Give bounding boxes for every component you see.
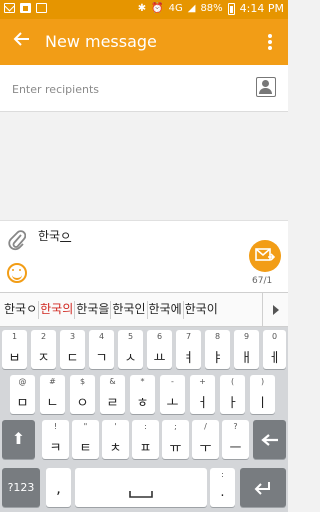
bluetooth-icon: ✱ <box>137 3 147 14</box>
alarm-icon: ⏰ <box>151 3 164 14</box>
key[interactable]: ' ㅊ <box>102 420 129 459</box>
key[interactable]: 9ㅐ <box>234 330 259 369</box>
suggestion-item[interactable]: 한국ㅇ <box>3 292 38 327</box>
contact-picker-icon[interactable] <box>256 77 276 97</box>
store-notification-icon <box>36 3 47 13</box>
send-button[interactable] <box>249 240 281 272</box>
battery-icon <box>227 2 235 15</box>
message-input[interactable]: 한국ㅇ <box>38 227 71 244</box>
send-message-icon <box>255 248 275 261</box>
email-notification-icon <box>4 3 15 13</box>
compose-bar: 한국ㅇ 67/1 <box>0 220 288 292</box>
battery-percent: 88% <box>200 3 223 14</box>
network-type: 4G <box>168 3 183 14</box>
key[interactable]: ! ㅋ <box>42 420 69 459</box>
suggestion-item[interactable]: 한국에 <box>148 292 183 327</box>
key[interactable]: # ㄴ <box>40 375 65 414</box>
back-arrow-icon[interactable] <box>10 29 34 53</box>
status-bar: ✱ ⏰ 4G ◢ 88% 4:14 PM <box>0 0 288 19</box>
suggestion-item[interactable]: 한국이 <box>184 292 219 327</box>
suggestion-item[interactable]: 한국을 <box>75 292 110 327</box>
composing-char: ㅇ <box>60 229 72 243</box>
character-counter: 67/1 <box>252 276 273 286</box>
keyboard: 1ㅂ 2ㅈ 3ㄷ 4ㄱ 5ㅅ 6ㅛ 7ㅕ 8ㅑ 9ㅐ 0ㅔ @ ㅁ # ㄴ $ ㅇ &… <box>0 327 288 512</box>
shift-arrow-icon: ⬆ <box>11 429 26 448</box>
comma-key[interactable]: , <box>46 468 71 507</box>
message-text: 한국 <box>38 229 61 243</box>
overflow-menu-icon[interactable] <box>262 31 278 53</box>
app-bar: New message <box>0 19 288 65</box>
key[interactable]: (ㅏ <box>220 375 245 414</box>
suggestion-item-highlighted[interactable]: 한국의 <box>39 292 74 327</box>
key[interactable]: @ ㅁ <box>10 375 35 414</box>
key[interactable]: 4ㄱ <box>89 330 114 369</box>
clock: 4:14 PM <box>239 2 284 15</box>
flipboard-notification-icon <box>20 3 31 13</box>
key[interactable]: 7ㅕ <box>176 330 201 369</box>
key[interactable]: 8ㅑ <box>205 330 230 369</box>
symbols-key[interactable]: ?123 <box>2 468 40 507</box>
key[interactable]: :ㅍ <box>132 420 159 459</box>
attach-icon[interactable] <box>8 229 27 251</box>
key[interactable]: 3ㄷ <box>60 330 85 369</box>
key[interactable]: / ㅜ <box>192 420 219 459</box>
key[interactable]: 2ㅈ <box>31 330 56 369</box>
key[interactable]: & ㄹ <box>100 375 125 414</box>
key[interactable]: 6ㅛ <box>147 330 172 369</box>
more-suggestions-arrow-icon[interactable] <box>262 293 288 326</box>
suggestion-strip: 한국ㅇ 한국의 한국을 한국인 한국에 한국이 <box>0 292 288 327</box>
key[interactable]: 1ㅂ <box>2 330 27 369</box>
backspace-icon <box>261 434 278 446</box>
enter-icon <box>254 482 270 495</box>
key[interactable]: ? ㅡ <box>222 420 249 459</box>
shift-key[interactable]: ⬆ <box>2 420 35 459</box>
key[interactable]: + ㅓ <box>190 375 215 414</box>
key[interactable]: ) ㅣ <box>250 375 275 414</box>
space-bar-icon <box>129 491 153 498</box>
recipients-bar <box>0 65 288 112</box>
emoji-icon[interactable] <box>7 263 27 283</box>
page-title: New message <box>45 32 157 51</box>
signal-icon: ◢ <box>187 3 196 14</box>
enter-key[interactable] <box>240 468 286 507</box>
key[interactable]: 0ㅔ <box>263 330 286 369</box>
message-thread-area <box>0 112 288 220</box>
key[interactable]: 5ㅅ <box>118 330 143 369</box>
space-key[interactable] <box>75 468 207 507</box>
key[interactable]: " ㅌ <box>72 420 99 459</box>
recipients-input[interactable] <box>12 78 242 100</box>
backspace-key[interactable] <box>253 420 286 459</box>
key[interactable]: * ㅎ <box>130 375 155 414</box>
key[interactable]: $ ㅇ <box>70 375 95 414</box>
key[interactable]: ; ㅠ <box>162 420 189 459</box>
period-key[interactable]: :. <box>210 468 235 507</box>
suggestion-item[interactable]: 한국인 <box>111 292 146 327</box>
key[interactable]: -ㅗ <box>160 375 185 414</box>
